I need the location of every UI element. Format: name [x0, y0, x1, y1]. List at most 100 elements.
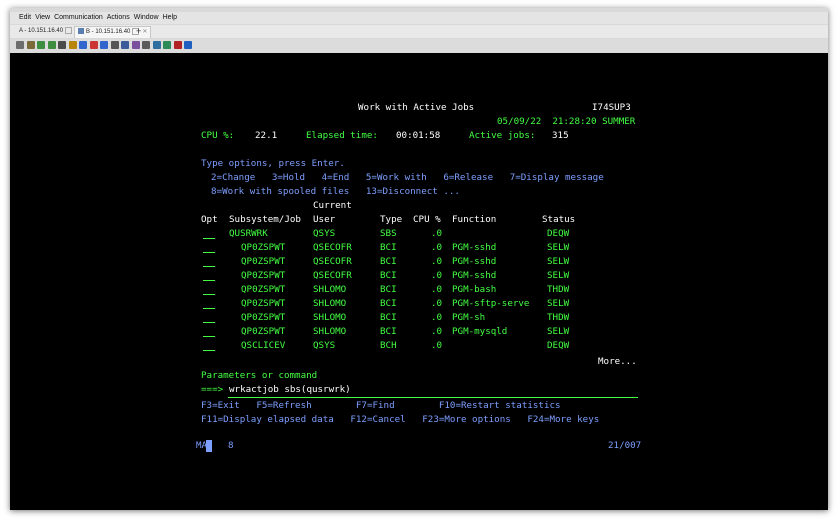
- job-cpu: .0: [431, 298, 443, 309]
- stop-icon[interactable]: [89, 41, 98, 49]
- print-screen-icon[interactable]: [58, 41, 66, 49]
- job-job: QP0ZSPWT: [241, 298, 286, 309]
- job-function: PGM-sftp-serve: [452, 298, 530, 309]
- job-cpu: .0: [431, 284, 443, 295]
- job-status: DEQW: [547, 340, 570, 351]
- job-user: SHLOMO: [313, 284, 347, 295]
- job-job: QP0ZSPWT: [241, 326, 286, 337]
- column-opt: Opt: [201, 214, 218, 225]
- menu-view[interactable]: View: [33, 12, 52, 24]
- menu-actions[interactable]: Actions: [105, 12, 132, 24]
- job-cpu: .0: [431, 340, 443, 351]
- receive-file-icon[interactable]: [47, 41, 56, 49]
- option-input[interactable]: [203, 350, 215, 351]
- menu-edit[interactable]: Edit: [17, 12, 33, 24]
- record-icon[interactable]: [79, 41, 87, 49]
- job-job: QP0ZSPWT: [241, 242, 286, 253]
- keypad-icon[interactable]: [110, 41, 119, 49]
- elapsed-label: Elapsed time:: [306, 130, 378, 141]
- job-cpu: .0: [431, 228, 443, 239]
- menu-window[interactable]: Window: [132, 12, 161, 24]
- job-type: SBS: [380, 228, 397, 239]
- job-function: PGM-sshd: [452, 256, 497, 267]
- option-input[interactable]: [203, 280, 215, 281]
- job-cpu: .0: [431, 256, 443, 267]
- cursor-position: 21/007: [608, 440, 642, 451]
- column-status: Status: [542, 214, 576, 225]
- option-input[interactable]: [203, 294, 215, 295]
- job-type: BCH: [380, 340, 397, 351]
- job-job: QSCLICEV: [241, 340, 286, 351]
- job-type: BCI: [380, 270, 397, 281]
- restore-icon[interactable]: [65, 26, 73, 34]
- parameters-label: Parameters or command: [201, 370, 318, 381]
- job-type: BCI: [380, 312, 397, 323]
- terminal-screen[interactable]: Work with Active Jobs I74SUP3 05/09/22 2…: [10, 53, 828, 510]
- settings-icon[interactable]: [142, 41, 150, 49]
- session-icon: [78, 28, 84, 35]
- function-keys-line-2: F11=Display elapsed data F12=Cancel F23=…: [201, 414, 600, 425]
- command-prompt: ===>: [201, 384, 224, 395]
- column-type: Type: [380, 214, 403, 225]
- play-icon[interactable]: [100, 41, 108, 49]
- job-status: THDW: [547, 312, 570, 323]
- column-current: Current: [313, 200, 352, 211]
- job-function: PGM-mysqld: [452, 326, 508, 337]
- session-tab-a-label: A - 10.151.16.40: [19, 28, 64, 34]
- job-function: PGM-sshd: [452, 242, 497, 253]
- option-input[interactable]: [203, 308, 215, 309]
- column-subsystem-job: Subsystem/Job: [229, 214, 301, 225]
- job-user: SHLOMO: [313, 326, 347, 337]
- job-status: SELW: [547, 242, 570, 253]
- option-input[interactable]: [203, 336, 215, 337]
- paste-icon[interactable]: [26, 41, 35, 49]
- more-indicator: More...: [598, 356, 637, 367]
- option-input[interactable]: [203, 266, 215, 267]
- option-input[interactable]: [203, 322, 215, 323]
- new-tab-icon[interactable]: +: [136, 25, 141, 38]
- job-type: BCI: [380, 298, 397, 309]
- date-time: 05/09/22 21:28:20 SUMMER: [497, 116, 636, 127]
- menu-help[interactable]: Help: [161, 12, 179, 24]
- job-cpu: .0: [431, 242, 443, 253]
- session-tab-b-label: B - 10.151.16.40: [86, 29, 131, 35]
- job-status: SELW: [547, 326, 570, 337]
- job-status: SELW: [547, 298, 570, 309]
- job-function: PGM-sshd: [452, 270, 497, 281]
- option-input[interactable]: [203, 238, 215, 239]
- job-job: QP0ZSPWT: [241, 270, 286, 281]
- job-job: QP0ZSPWT: [241, 312, 286, 323]
- command-input[interactable]: wrkactjob sbs(qusrwrk): [229, 383, 351, 397]
- job-type: BCI: [380, 326, 397, 337]
- color-icon[interactable]: [131, 41, 140, 49]
- cpu-label: CPU %:: [201, 130, 235, 141]
- options-line-1: 2=Change 3=Hold 4=End 5=Work with 6=Rele…: [211, 172, 604, 183]
- menu-bar: Edit View Communication Actions Window Help: [10, 12, 828, 24]
- cursor-block: [206, 440, 212, 452]
- send-file-icon[interactable]: [37, 41, 45, 49]
- instructions: Type options, press Enter.: [201, 158, 345, 169]
- option-input[interactable]: [203, 252, 215, 253]
- job-cpu: .0: [431, 326, 443, 337]
- job-type: BCI: [380, 242, 397, 253]
- copy-icon[interactable]: [16, 41, 24, 49]
- job-job: QP0ZSPWT: [241, 256, 286, 267]
- macro-icon[interactable]: [152, 41, 161, 49]
- trim-icon[interactable]: [68, 41, 77, 49]
- help-icon[interactable]: [184, 41, 192, 49]
- options-line-2: 8=Work with spooled files 13=Disconnect …: [211, 186, 460, 197]
- cpu-value: 22.1: [255, 130, 278, 141]
- job-user: QSECOFR: [313, 256, 352, 267]
- disconnect-icon[interactable]: [173, 41, 182, 49]
- job-user: QSYS: [313, 340, 336, 351]
- display-icon[interactable]: [121, 41, 129, 49]
- menu-communication[interactable]: Communication: [52, 12, 105, 24]
- job-status: THDW: [547, 284, 570, 295]
- function-keys-line-1: F3=Exit F5=Refresh F7=Find F10=Restart s…: [201, 400, 561, 411]
- active-jobs-label: Active jobs:: [469, 130, 536, 141]
- job-type: BCI: [380, 284, 397, 295]
- connect-icon[interactable]: [163, 41, 171, 49]
- job-user: SHLOMO: [313, 298, 347, 309]
- job-function: PGM-bash: [452, 284, 497, 295]
- close-icon[interactable]: ✕: [142, 29, 147, 35]
